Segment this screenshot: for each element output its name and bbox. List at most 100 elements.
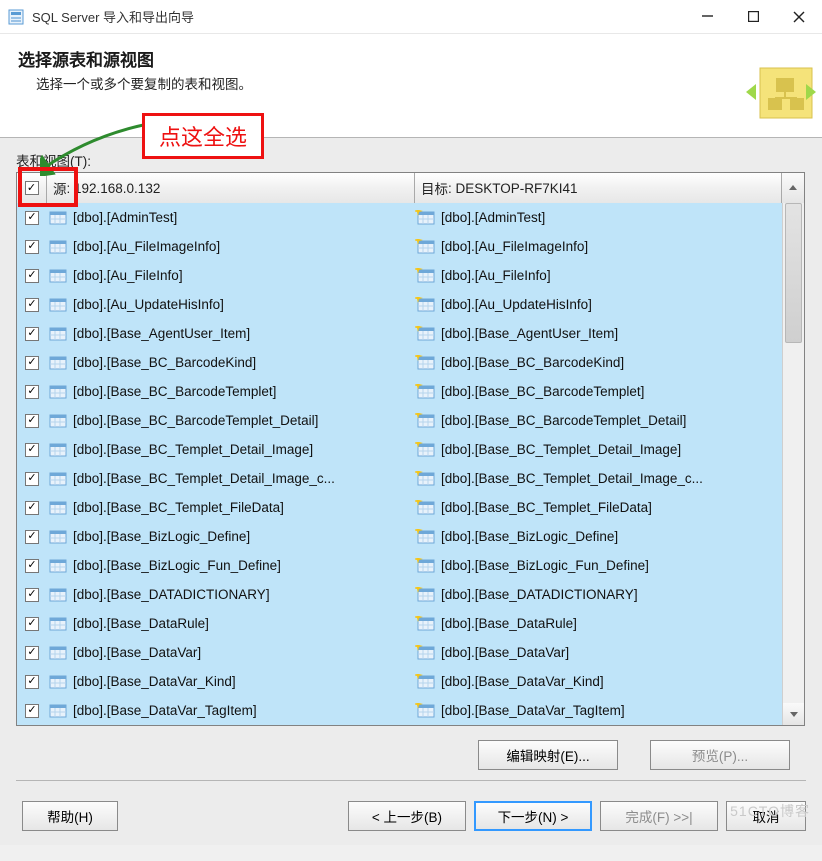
- row-checkbox-cell[interactable]: [17, 385, 47, 399]
- back-button[interactable]: < 上一步(B): [348, 801, 466, 831]
- row-checkbox[interactable]: [25, 617, 39, 631]
- row-source-cell[interactable]: [dbo].[Base_BC_Templet_FileData]: [47, 500, 415, 516]
- row-checkbox-cell[interactable]: [17, 269, 47, 283]
- row-checkbox-cell[interactable]: [17, 240, 47, 254]
- row-target-cell[interactable]: [dbo].[Base_DataVar_Kind]: [415, 674, 782, 690]
- row-source-cell[interactable]: [dbo].[Base_BC_BarcodeTemplet]: [47, 384, 415, 400]
- row-target-cell[interactable]: [dbo].[Base_BC_BarcodeTemplet_Detail]: [415, 413, 782, 429]
- row-target-cell[interactable]: [dbo].[Base_DataRule]: [415, 616, 782, 632]
- close-button[interactable]: [776, 0, 822, 33]
- row-source-cell[interactable]: [dbo].[Base_DATADICTIONARY]: [47, 587, 415, 603]
- scrollbar-thumb[interactable]: [785, 203, 802, 343]
- row-checkbox-cell[interactable]: [17, 501, 47, 515]
- table-row[interactable]: [dbo].[Base_DataVar][dbo].[Base_DataVar]: [17, 638, 782, 667]
- table-row[interactable]: [dbo].[Base_BizLogic_Define][dbo].[Base_…: [17, 522, 782, 551]
- row-target-cell[interactable]: [dbo].[Base_AgentUser_Item]: [415, 326, 782, 342]
- row-source-cell[interactable]: [dbo].[Au_UpdateHisInfo]: [47, 297, 415, 313]
- row-target-cell[interactable]: [dbo].[Base_BC_Templet_Detail_Image_c...: [415, 471, 782, 487]
- row-checkbox-cell[interactable]: [17, 298, 47, 312]
- table-row[interactable]: [dbo].[Base_BC_Templet_FileData][dbo].[B…: [17, 493, 782, 522]
- row-source-cell[interactable]: [dbo].[Base_BC_BarcodeTemplet_Detail]: [47, 413, 415, 429]
- row-checkbox[interactable]: [25, 356, 39, 370]
- row-source-cell[interactable]: [dbo].[Base_DataVar]: [47, 645, 415, 661]
- row-source-cell[interactable]: [dbo].[Base_DataVar_Kind]: [47, 674, 415, 690]
- header-target[interactable]: 目标: DESKTOP-RF7KI41: [415, 173, 782, 203]
- vertical-scrollbar[interactable]: [782, 203, 804, 725]
- row-checkbox[interactable]: [25, 472, 39, 486]
- row-checkbox[interactable]: [25, 327, 39, 341]
- row-checkbox[interactable]: [25, 559, 39, 573]
- row-checkbox[interactable]: [25, 530, 39, 544]
- row-target-cell[interactable]: [dbo].[Base_BC_BarcodeKind]: [415, 355, 782, 371]
- table-row[interactable]: [dbo].[Au_FileInfo][dbo].[Au_FileInfo]: [17, 261, 782, 290]
- row-checkbox-cell[interactable]: [17, 356, 47, 370]
- row-target-cell[interactable]: [dbo].[Au_UpdateHisInfo]: [415, 297, 782, 313]
- maximize-button[interactable]: [730, 0, 776, 33]
- row-source-cell[interactable]: [dbo].[Base_BC_Templet_Detail_Image]: [47, 442, 415, 458]
- cancel-button[interactable]: 取消: [726, 801, 806, 831]
- row-target-cell[interactable]: [dbo].[Base_BC_BarcodeTemplet]: [415, 384, 782, 400]
- row-checkbox-cell[interactable]: [17, 327, 47, 341]
- row-checkbox-cell[interactable]: [17, 704, 47, 718]
- row-checkbox[interactable]: [25, 269, 39, 283]
- row-source-cell[interactable]: [dbo].[Base_BC_BarcodeKind]: [47, 355, 415, 371]
- table-row[interactable]: [dbo].[Base_BC_BarcodeKind][dbo].[Base_B…: [17, 348, 782, 377]
- table-row[interactable]: [dbo].[Base_BC_BarcodeTemplet_Detail][db…: [17, 406, 782, 435]
- row-checkbox-cell[interactable]: [17, 559, 47, 573]
- table-row[interactable]: [dbo].[Au_UpdateHisInfo][dbo].[Au_Update…: [17, 290, 782, 319]
- checkbox-select-all[interactable]: [25, 181, 39, 195]
- row-checkbox-cell[interactable]: [17, 530, 47, 544]
- row-checkbox[interactable]: [25, 704, 39, 718]
- row-source-cell[interactable]: [dbo].[Base_DataVar_TagItem]: [47, 703, 415, 719]
- row-target-cell[interactable]: [dbo].[Base_DataVar_TagItem]: [415, 703, 782, 719]
- row-checkbox[interactable]: [25, 675, 39, 689]
- row-checkbox-cell[interactable]: [17, 675, 47, 689]
- scroll-up-button[interactable]: [782, 173, 804, 203]
- table-row[interactable]: [dbo].[Base_DataVar_TagItem][dbo].[Base_…: [17, 696, 782, 725]
- row-target-cell[interactable]: [dbo].[Au_FileImageInfo]: [415, 239, 782, 255]
- row-checkbox-cell[interactable]: [17, 617, 47, 631]
- row-source-cell[interactable]: [dbo].[Base_BizLogic_Define]: [47, 529, 415, 545]
- next-button[interactable]: 下一步(N) >: [474, 801, 592, 831]
- row-target-cell[interactable]: [dbo].[AdminTest]: [415, 210, 782, 226]
- row-target-cell[interactable]: [dbo].[Base_DATADICTIONARY]: [415, 587, 782, 603]
- row-source-cell[interactable]: [dbo].[Base_BizLogic_Fun_Define]: [47, 558, 415, 574]
- scroll-down-button[interactable]: [783, 703, 804, 725]
- row-checkbox-cell[interactable]: [17, 472, 47, 486]
- row-checkbox[interactable]: [25, 414, 39, 428]
- preview-button[interactable]: 预览(P)...: [650, 740, 790, 770]
- row-target-cell[interactable]: [dbo].[Base_BC_Templet_FileData]: [415, 500, 782, 516]
- table-row[interactable]: [dbo].[Base_AgentUser_Item][dbo].[Base_A…: [17, 319, 782, 348]
- row-source-cell[interactable]: [dbo].[AdminTest]: [47, 210, 415, 226]
- row-checkbox[interactable]: [25, 501, 39, 515]
- row-checkbox[interactable]: [25, 443, 39, 457]
- row-checkbox-cell[interactable]: [17, 414, 47, 428]
- row-checkbox[interactable]: [25, 646, 39, 660]
- header-source[interactable]: 源: 192.168.0.132: [47, 173, 415, 203]
- row-target-cell[interactable]: [dbo].[Base_DataVar]: [415, 645, 782, 661]
- table-row[interactable]: [dbo].[AdminTest][dbo].[AdminTest]: [17, 203, 782, 232]
- table-row[interactable]: [dbo].[Base_DataRule][dbo].[Base_DataRul…: [17, 609, 782, 638]
- row-source-cell[interactable]: [dbo].[Base_AgentUser_Item]: [47, 326, 415, 342]
- row-source-cell[interactable]: [dbo].[Base_DataRule]: [47, 616, 415, 632]
- row-checkbox-cell[interactable]: [17, 646, 47, 660]
- row-target-cell[interactable]: [dbo].[Au_FileInfo]: [415, 268, 782, 284]
- row-source-cell[interactable]: [dbo].[Base_BC_Templet_Detail_Image_c...: [47, 471, 415, 487]
- row-source-cell[interactable]: [dbo].[Au_FileImageInfo]: [47, 239, 415, 255]
- row-checkbox-cell[interactable]: [17, 443, 47, 457]
- row-checkbox[interactable]: [25, 211, 39, 225]
- row-target-cell[interactable]: [dbo].[Base_BizLogic_Fun_Define]: [415, 558, 782, 574]
- row-checkbox[interactable]: [25, 298, 39, 312]
- finish-button[interactable]: 完成(F) >>|: [600, 801, 718, 831]
- row-source-cell[interactable]: [dbo].[Au_FileInfo]: [47, 268, 415, 284]
- table-row[interactable]: [dbo].[Base_BizLogic_Fun_Define][dbo].[B…: [17, 551, 782, 580]
- edit-mapping-button[interactable]: 编辑映射(E)...: [478, 740, 618, 770]
- table-row[interactable]: [dbo].[Base_DATADICTIONARY][dbo].[Base_D…: [17, 580, 782, 609]
- minimize-button[interactable]: [684, 0, 730, 33]
- row-checkbox-cell[interactable]: [17, 211, 47, 225]
- table-row[interactable]: [dbo].[Base_DataVar_Kind][dbo].[Base_Dat…: [17, 667, 782, 696]
- table-row[interactable]: [dbo].[Au_FileImageInfo][dbo].[Au_FileIm…: [17, 232, 782, 261]
- table-row[interactable]: [dbo].[Base_BC_BarcodeTemplet][dbo].[Bas…: [17, 377, 782, 406]
- row-target-cell[interactable]: [dbo].[Base_BC_Templet_Detail_Image]: [415, 442, 782, 458]
- help-button[interactable]: 帮助(H): [22, 801, 118, 831]
